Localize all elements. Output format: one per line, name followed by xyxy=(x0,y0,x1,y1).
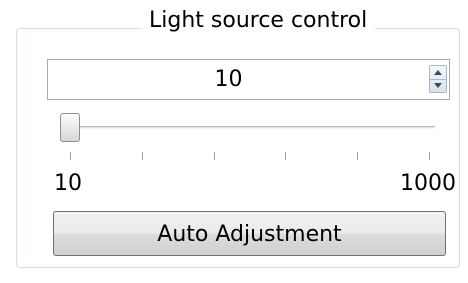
spin-down-button[interactable] xyxy=(430,79,446,92)
slider-tick xyxy=(141,152,143,160)
slider-tick xyxy=(357,152,359,160)
light-source-panel: Light source control 10 10 1000 Auto Adj… xyxy=(0,0,468,283)
slider-max-label: 1000 xyxy=(400,171,456,196)
slider-thumb[interactable] xyxy=(60,113,80,142)
spin-buttons xyxy=(429,65,447,93)
slider-tick xyxy=(429,152,430,160)
intensity-slider[interactable] xyxy=(55,110,440,150)
slider-tick xyxy=(70,152,71,160)
auto-adjustment-button[interactable]: Auto Adjustment xyxy=(53,211,446,256)
slider-tick xyxy=(285,152,287,160)
slider-track[interactable] xyxy=(65,126,435,129)
group-title: Light source control xyxy=(141,8,376,34)
intensity-spinbox[interactable]: 10 xyxy=(47,59,450,100)
spin-down-icon xyxy=(434,83,442,88)
intensity-value-input[interactable]: 10 xyxy=(48,60,409,99)
spin-up-button[interactable] xyxy=(430,66,446,80)
slider-tick xyxy=(213,152,215,160)
spin-up-icon xyxy=(434,70,442,75)
slider-min-label: 10 xyxy=(54,171,82,196)
